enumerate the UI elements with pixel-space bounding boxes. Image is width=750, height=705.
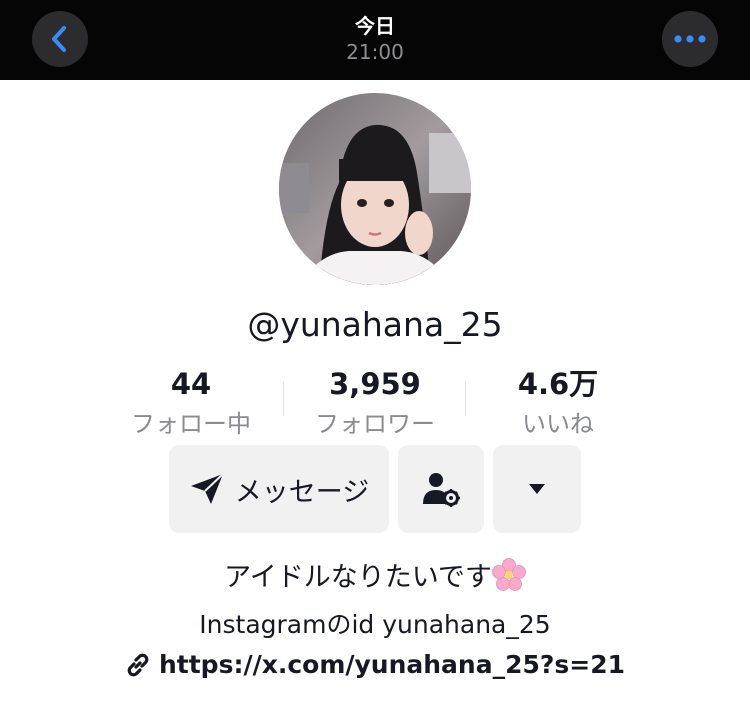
caret-down-icon xyxy=(529,484,545,494)
send-icon xyxy=(190,473,224,504)
top-bar-time: 21:00 xyxy=(346,40,404,64)
bio-instagram: Instagramのid yunahana_25 xyxy=(199,610,551,639)
message-button-label: メッセージ xyxy=(234,476,370,508)
profile-link-url: https://x.com/yunahana_25?s=21 xyxy=(158,650,626,679)
avatar[interactable] xyxy=(279,93,471,285)
likes-stat[interactable]: 4.6万 いいね xyxy=(468,366,648,440)
following-stat[interactable]: 44 フォロー中 xyxy=(101,366,281,440)
message-button[interactable]: メッセージ xyxy=(169,445,389,533)
bio-line-1: アイドルなりたいです xyxy=(224,562,492,593)
user-settings-icon xyxy=(423,473,460,507)
followers-stat[interactable]: 3,959 フォロワー xyxy=(285,366,465,440)
link-icon xyxy=(127,653,149,676)
ellipsis-icon xyxy=(674,35,706,43)
following-count: 44 xyxy=(170,367,212,401)
dropdown-button[interactable] xyxy=(493,445,581,533)
following-label: フォロー中 xyxy=(131,410,251,438)
profile-link[interactable]: https://x.com/yunahana_25?s=21 xyxy=(0,650,750,679)
bio-text: アイドルなりたいです xyxy=(0,555,750,594)
followers-label: フォロワー xyxy=(315,410,435,438)
stat-divider xyxy=(283,382,284,416)
likes-label: いいね xyxy=(522,410,594,438)
more-options-button[interactable] xyxy=(662,11,718,67)
cherry-blossom-emoji xyxy=(492,557,526,592)
top-bar: 今日 21:00 xyxy=(0,0,750,80)
followers-count: 3,959 xyxy=(329,367,421,401)
username: @yunahana_25 xyxy=(247,305,503,344)
top-bar-title: 今日 xyxy=(355,14,395,38)
stat-divider xyxy=(465,382,466,416)
follow-settings-button[interactable] xyxy=(398,445,484,533)
likes-count: 4.6万 xyxy=(517,367,599,401)
